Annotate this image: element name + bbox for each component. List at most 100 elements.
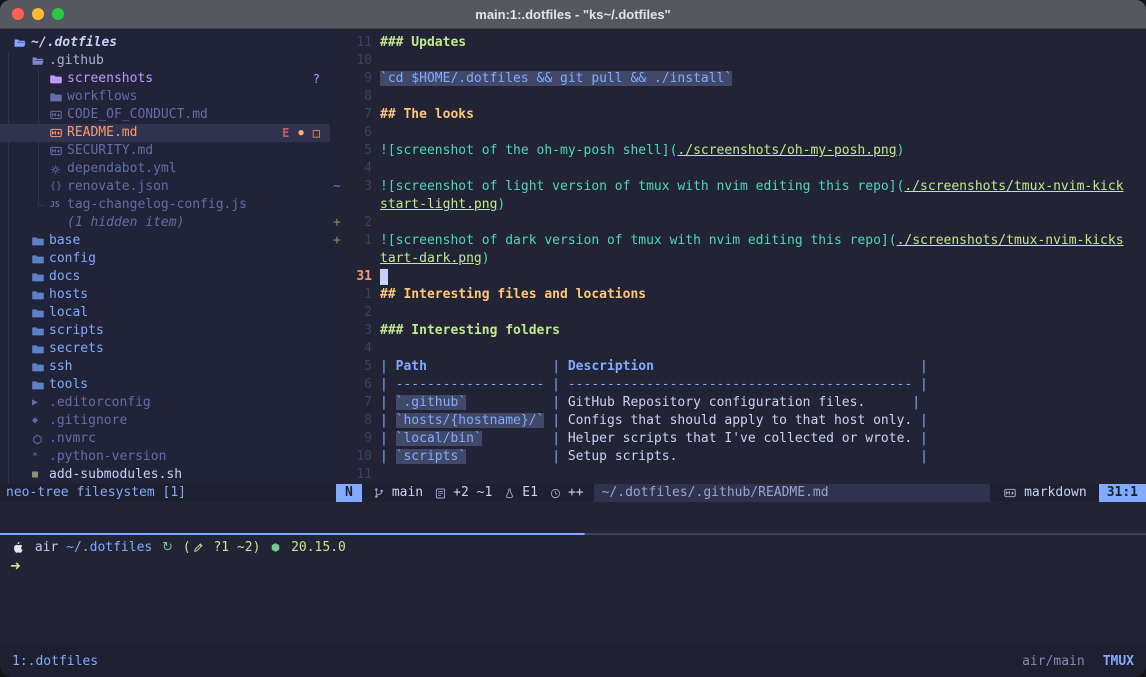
line-number [346, 250, 372, 268]
sign-column [330, 160, 346, 178]
line-number: 9 [346, 430, 372, 448]
git-untracked-badge: ? [313, 70, 320, 88]
tree-item[interactable]: README.mdE●□ [0, 124, 330, 142]
editor-line[interactable]: ~3![screenshot of light version of tmux … [330, 178, 1146, 196]
editor-line[interactable]: start-light.png) [330, 196, 1146, 214]
tree-item[interactable]: ▶.editorconfig [0, 394, 330, 412]
tree-item[interactable]: (1 hidden item) [0, 214, 330, 232]
tree-item[interactable]: dependabot.yml [0, 160, 330, 178]
line-number: 1 [346, 232, 372, 250]
editor-line[interactable]: 11 [330, 466, 1146, 484]
tree-item[interactable]: SECURITY.md [0, 142, 330, 160]
editor-line[interactable]: 7## The looks [330, 106, 1146, 124]
editor-line[interactable]: +1![screenshot of dark version of tmux w… [330, 232, 1146, 250]
apple-icon [12, 541, 25, 554]
tree-item[interactable]: screenshots? [0, 70, 330, 88]
tree-item[interactable]: ~/.dotfiles [0, 34, 330, 52]
tree-item[interactable]: .github [0, 52, 330, 70]
tmux-status-bar: 1:.dotfiles air/main TMUX [0, 645, 1146, 677]
tree-item[interactable]: hosts [0, 286, 330, 304]
tree-item[interactable]: JStag-changelog-config.js [0, 196, 330, 214]
editor-line[interactable]: 4 [330, 160, 1146, 178]
file-tree: ~/.dotfiles.githubscreenshots?workflowsC… [0, 29, 330, 484]
editor-line[interactable]: 6 [330, 124, 1146, 142]
zoom-button[interactable] [52, 8, 64, 20]
folder-icon [32, 235, 49, 247]
line-number: 5 [346, 142, 372, 160]
editor-line[interactable]: 31 [330, 268, 1146, 286]
line-number: 1 [346, 286, 372, 304]
editor-line[interactable]: 3### Interesting folders [330, 322, 1146, 340]
tree-item[interactable]: tools [0, 376, 330, 394]
tree-item[interactable]: *.python-version [0, 448, 330, 466]
markdown-file-icon [1004, 487, 1016, 499]
git-sign: ~ [330, 178, 346, 196]
close-button[interactable] [12, 8, 24, 20]
editor-line[interactable]: 10 [330, 52, 1146, 70]
tree-item-label: CODE_OF_CONDUCT.md [67, 106, 208, 124]
minimize-button[interactable] [32, 8, 44, 20]
tree-item[interactable]: docs [0, 268, 330, 286]
node-icon [270, 542, 281, 553]
modified-badge: ● [298, 124, 303, 142]
tree-item[interactable]: local [0, 304, 330, 322]
tree-item[interactable]: workflows [0, 88, 330, 106]
editor-line[interactable]: 2 [330, 304, 1146, 322]
line-text: | ------------------- | ----------------… [380, 376, 928, 394]
editor-line[interactable]: +2 [330, 214, 1146, 232]
tree-item[interactable]: ◆.gitignore [0, 412, 330, 430]
git-branch-icon [373, 487, 385, 499]
editor-line[interactable]: 6| ------------------- | ---------------… [330, 376, 1146, 394]
tree-item[interactable]: base [0, 232, 330, 250]
tree-item[interactable]: {}renovate.json [0, 178, 330, 196]
editor-line[interactable]: 8 [330, 88, 1146, 106]
editor-line[interactable]: 8| `hosts/{hostname}/` | Configs that sh… [330, 412, 1146, 430]
editor-line[interactable]: 9`cd $HOME/.dotfiles && git pull && ./in… [330, 70, 1146, 88]
line-text: | `local/bin` | Helper scripts that I've… [380, 430, 928, 448]
editor-line[interactable]: 5![screenshot of the oh-my-posh shell](.… [330, 142, 1146, 160]
tree-item[interactable]: scripts [0, 322, 330, 340]
line-number: 4 [346, 160, 372, 178]
tree-item-label: base [49, 232, 80, 250]
editor-line[interactable]: 10| `scripts` | Setup scripts. | [330, 448, 1146, 466]
sign-column [330, 286, 346, 304]
editor-line[interactable]: 9 | `local/bin` | Helper scripts that I'v… [330, 430, 1146, 448]
line-number: 10 [346, 52, 372, 70]
line-text: tart-dark.png) [380, 250, 490, 268]
editor-line[interactable]: 5| Path | Description | [330, 358, 1146, 376]
tree-item[interactable]: config [0, 250, 330, 268]
tree-item[interactable]: ssh [0, 358, 330, 376]
editor-line[interactable]: 4 [330, 340, 1146, 358]
editor-line[interactable]: tart-dark.png) [330, 250, 1146, 268]
editor-pane[interactable]: 11### Updates109`cd $HOME/.dotfiles && g… [330, 29, 1146, 502]
editor-line[interactable]: 1## Interesting files and locations [330, 286, 1146, 304]
js-icon: JS [50, 200, 67, 210]
shell-pane[interactable]: air ~/.dotfiles ↻ ( ?1 ~2) 20.15.0 ➜ [10, 538, 1146, 576]
updates-count: ++ [568, 484, 584, 502]
folder-icon [32, 253, 49, 265]
file-path: ~/.dotfiles/.github/README.md [594, 484, 990, 502]
sign-column [330, 448, 346, 466]
folder-icon [50, 73, 67, 85]
editor-line[interactable]: 7| `.github` | GitHub Repository configu… [330, 394, 1146, 412]
folder-icon [32, 343, 49, 355]
prompt-arrow: ➜ [10, 557, 21, 576]
indent-guide [38, 205, 46, 206]
tmux-pane-border[interactable] [0, 533, 1146, 535]
line-text: ![screenshot of dark version of tmux wit… [380, 232, 1124, 250]
tree-item[interactable]: .nvmrc [0, 430, 330, 448]
line-text: ### Interesting folders [380, 322, 560, 340]
line-number: 4 [346, 340, 372, 358]
tmux-session-host: air/main [1022, 654, 1085, 669]
tree-item[interactable]: CODE_OF_CONDUCT.md [0, 106, 330, 124]
editor-line[interactable]: 11### Updates [330, 34, 1146, 52]
tree-item[interactable]: ■add-submodules.sh [0, 466, 330, 484]
tree-item-label: README.md [67, 124, 137, 142]
folder-open-icon [14, 37, 31, 49]
sign-column [330, 304, 346, 322]
tmux-window-tab[interactable]: 1:.dotfiles [12, 654, 98, 669]
status-bar-row: neo-tree filesystem [1] N main +2 ~1 E1 [0, 484, 1146, 502]
tree-item[interactable]: secrets [0, 340, 330, 358]
tree-item-label: secrets [49, 340, 104, 358]
filetype-label: markdown [1024, 484, 1087, 502]
